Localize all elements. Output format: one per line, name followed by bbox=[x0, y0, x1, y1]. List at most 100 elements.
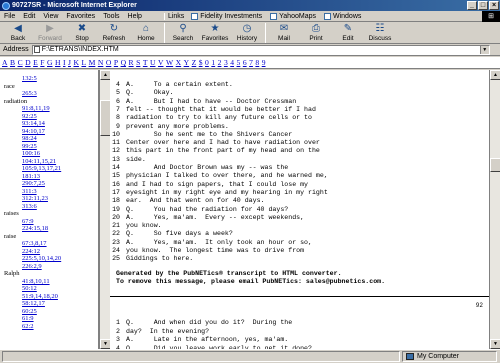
index-page-link[interactable]: 94:10,17 bbox=[0, 128, 98, 136]
button-label: Stop bbox=[75, 35, 89, 42]
alphabet-link[interactable]: R bbox=[129, 58, 134, 67]
alphabet-link[interactable]: K bbox=[73, 58, 78, 67]
link-fidelity[interactable]: Fidelity Investments bbox=[187, 12, 266, 20]
alphabet-link[interactable]: C bbox=[18, 58, 23, 67]
link-windows[interactable]: Windows bbox=[320, 12, 365, 20]
index-page-link[interactable]: 92:25 bbox=[0, 113, 98, 121]
index-page-link[interactable]: 181:13 bbox=[0, 173, 98, 181]
transcript-line: 10 So he sent me to the Shivers Cancer bbox=[110, 131, 489, 139]
alphabet-link[interactable]: A bbox=[2, 58, 7, 67]
index-page-link[interactable]: 51:9,14,18,20 bbox=[0, 293, 98, 301]
search-button[interactable]: ⚲ Search bbox=[167, 22, 199, 44]
index-page-link[interactable]: 100:16 bbox=[0, 150, 98, 158]
alphabet-link[interactable]: 6 bbox=[243, 58, 247, 67]
menu-edit[interactable]: Edit bbox=[19, 13, 39, 20]
index-page-link[interactable]: 225:5,10,14,20 bbox=[0, 255, 98, 263]
alphabet-link[interactable]: 8 bbox=[255, 58, 259, 67]
index-page-link[interactable]: 290:7,25 bbox=[0, 180, 98, 188]
alphabet-link[interactable]: 9 bbox=[262, 58, 266, 67]
index-page-link[interactable]: 224:15,18 bbox=[0, 225, 98, 233]
alphabet-link[interactable]: 2 bbox=[218, 58, 222, 67]
alphabet-link[interactable]: H bbox=[55, 58, 60, 67]
alphabet-link[interactable]: W bbox=[166, 58, 173, 67]
forward-button[interactable]: ▶ Forward bbox=[34, 22, 66, 44]
index-page-link[interactable]: 41:8,10,11 bbox=[0, 278, 98, 286]
history-button[interactable]: ◷ History bbox=[231, 22, 263, 44]
index-page-link[interactable]: 67:9 bbox=[0, 218, 98, 226]
index-page-link[interactable]: 265:3 bbox=[0, 90, 98, 98]
alphabet-link[interactable]: T bbox=[143, 58, 148, 67]
index-page-link[interactable]: 62:2 bbox=[0, 323, 98, 331]
alphabet-link[interactable]: S bbox=[136, 58, 140, 67]
menu-favorites[interactable]: Favorites bbox=[62, 13, 99, 20]
alphabet-link[interactable]: 3 bbox=[224, 58, 228, 67]
scroll-up-arrow-icon[interactable]: ▲ bbox=[490, 70, 500, 80]
alphabet-link[interactable]: N bbox=[98, 58, 103, 67]
close-button[interactable]: × bbox=[489, 1, 499, 10]
index-page-link[interactable]: 99:25 bbox=[0, 143, 98, 151]
home-button[interactable]: ⌂ Home bbox=[130, 22, 162, 44]
refresh-button[interactable]: ↻ Refresh bbox=[98, 22, 130, 44]
mail-button[interactable]: ✉ Mail bbox=[268, 22, 300, 44]
alphabet-link[interactable]: P bbox=[114, 58, 118, 67]
transcript-scrollbar[interactable]: ▲ ▼ bbox=[489, 70, 500, 349]
address-input[interactable]: F:\ETRANS\INDEX.HTM ▼ bbox=[31, 44, 490, 55]
index-page-link[interactable]: 311:3 bbox=[0, 188, 98, 196]
edit-button[interactable]: ✎ Edit bbox=[332, 22, 364, 44]
index-page-link[interactable]: 61:9 bbox=[0, 315, 98, 323]
alphabet-link[interactable]: F bbox=[40, 58, 44, 67]
index-scrollbar[interactable]: ▲ ▼ bbox=[99, 70, 111, 349]
index-page-link[interactable]: 67:3,8,17 bbox=[0, 240, 98, 248]
menu-help[interactable]: Help bbox=[124, 13, 146, 20]
index-page-link[interactable]: 104:11,15,21 bbox=[0, 158, 98, 166]
alphabet-link[interactable]: 7 bbox=[249, 58, 253, 67]
index-page-link[interactable]: 91:8,11,19 bbox=[0, 105, 98, 113]
alphabet-link[interactable]: 1 bbox=[211, 58, 215, 67]
alphabet-link[interactable]: U bbox=[150, 58, 155, 67]
alphabet-link[interactable]: 4 bbox=[230, 58, 234, 67]
alphabet-link[interactable]: O bbox=[106, 58, 111, 67]
index-page-link[interactable]: 105:9,13,17,21 bbox=[0, 165, 98, 173]
alphabet-link[interactable]: X bbox=[176, 58, 181, 67]
alphabet-link[interactable]: V bbox=[158, 58, 163, 67]
index-page-link[interactable]: 132:5 bbox=[0, 75, 98, 83]
alphabet-link[interactable]: I bbox=[63, 58, 66, 67]
chevron-down-icon[interactable]: ▼ bbox=[479, 45, 489, 54]
scroll-down-arrow-icon[interactable]: ▼ bbox=[490, 339, 500, 349]
minimize-button[interactable]: _ bbox=[467, 1, 477, 10]
index-page-link[interactable]: 50:12 bbox=[0, 285, 98, 293]
index-page-link[interactable]: 58:12,17 bbox=[0, 300, 98, 308]
favorites-button[interactable]: ★ Favorites bbox=[199, 22, 231, 44]
stop-button[interactable]: ✖ Stop bbox=[66, 22, 98, 44]
print-button[interactable]: ⎙ Print bbox=[300, 22, 332, 44]
alphabet-link[interactable]: G bbox=[47, 58, 52, 67]
alphabet-link[interactable]: B bbox=[10, 58, 15, 67]
alphabet-link[interactable]: M bbox=[89, 58, 96, 67]
menu-file[interactable]: File bbox=[0, 13, 19, 20]
index-page-link[interactable]: 312:11,23 bbox=[0, 195, 98, 203]
alphabet-link[interactable]: Z bbox=[192, 58, 197, 67]
maximize-button[interactable]: □ bbox=[478, 1, 488, 10]
menu-tools[interactable]: Tools bbox=[99, 13, 123, 20]
alphabet-link[interactable]: 5 bbox=[237, 58, 241, 67]
link-yahoomaps[interactable]: YahooMaps bbox=[266, 12, 320, 20]
alphabet-link[interactable]: $ bbox=[199, 58, 203, 67]
alphabet-link[interactable]: D bbox=[25, 58, 30, 67]
alphabet-link[interactable]: Q bbox=[121, 58, 126, 67]
index-page-link[interactable]: 93:14,14 bbox=[0, 120, 98, 128]
index-page-link[interactable]: 313:6 bbox=[0, 203, 98, 211]
discuss-button[interactable]: ☷ Discuss bbox=[364, 22, 396, 44]
menu-view[interactable]: View bbox=[39, 13, 62, 20]
scroll-thumb[interactable] bbox=[490, 158, 500, 172]
alphabet-link[interactable]: J bbox=[68, 58, 71, 67]
alphabet-link[interactable]: Y bbox=[184, 58, 189, 67]
alphabet-link[interactable]: 0 bbox=[205, 58, 209, 67]
alphabet-link[interactable]: L bbox=[81, 58, 86, 67]
index-page-link[interactable]: 224:12 bbox=[0, 248, 98, 256]
alphabet-link[interactable]: E bbox=[33, 58, 38, 67]
index-page-link[interactable]: 98:24 bbox=[0, 135, 98, 143]
index-page-link[interactable]: 226:2,9 bbox=[0, 263, 98, 271]
back-button[interactable]: ◀ Back bbox=[2, 22, 34, 44]
line-text: Giddings to here. bbox=[126, 255, 194, 263]
index-page-link[interactable]: 60:25 bbox=[0, 308, 98, 316]
